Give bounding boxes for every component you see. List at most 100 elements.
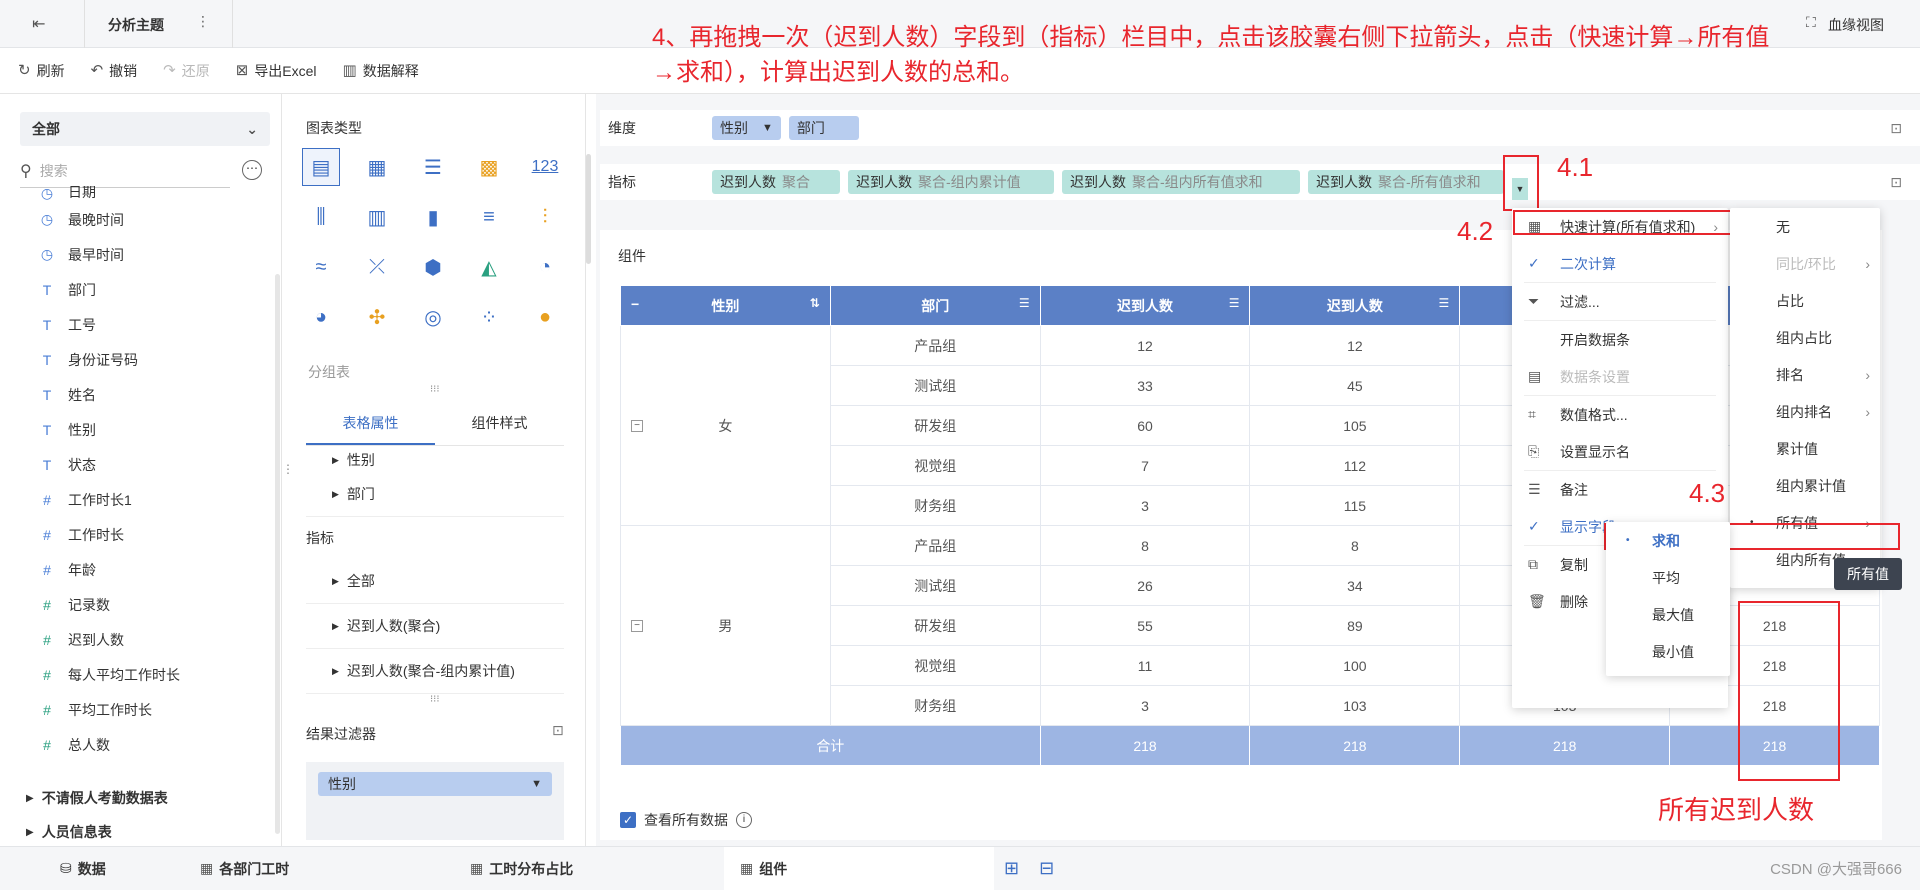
detail-table-icon[interactable]: ☰ [414, 148, 452, 186]
dataset-dropdown[interactable]: 全部 ⌄ [20, 112, 270, 146]
scatter-icon[interactable]: ⁘ [470, 298, 508, 336]
sort-icon[interactable]: ☰ [1019, 296, 1030, 310]
redo-button[interactable]: ↷ 还原 [163, 61, 210, 81]
add-component-icon[interactable]: ⊞ [1004, 858, 1019, 879]
field-item[interactable]: # 记录数 [0, 587, 282, 622]
kpi-card-icon[interactable]: ▩ [470, 148, 508, 186]
submenu-item[interactable]: 累计值 [1730, 430, 1880, 467]
tab-component[interactable]: ▦ 组件 [724, 846, 994, 890]
metric-pill[interactable]: 迟到人数 聚合-组内累计值 [848, 170, 1054, 194]
add-dashboard-icon[interactable]: ⊟ [1039, 858, 1054, 879]
group-item[interactable]: ▶ 不请假人考勤数据表 [26, 788, 168, 808]
undo-button[interactable]: ↶ 撤销 [91, 61, 138, 81]
col-header-late-count-cumulative[interactable]: 迟到人数 ☰ [1249, 285, 1461, 326]
left-scrollbar[interactable] [275, 274, 280, 834]
sunburst-icon[interactable]: ◎ [414, 298, 452, 336]
menu-item[interactable]: ▤ 数据条设置 [1512, 358, 1728, 395]
submenu-item[interactable]: 排名 › [1730, 356, 1880, 393]
info-icon[interactable]: i [736, 812, 752, 828]
field-item[interactable]: ◷ 最晚时间 [0, 202, 282, 237]
field-item[interactable]: # 平均工作时长 [0, 692, 282, 727]
area-chart-icon[interactable]: ◭ [470, 248, 508, 286]
table-chart-icon[interactable]: ▤ [302, 148, 340, 186]
search-box[interactable]: ⚲ 搜索 [20, 154, 230, 188]
submenu-item[interactable]: 组内累计值 [1730, 467, 1880, 504]
aggregation-item[interactable]: 平均 [1606, 559, 1730, 596]
field-item[interactable]: T 部门 [0, 272, 282, 307]
cross-table-icon[interactable]: ▦ [358, 148, 396, 186]
menu-item[interactable]: ⌗ 数值格式... [1512, 396, 1728, 433]
filter-pill[interactable]: 性别 ▼ [318, 772, 552, 796]
col-header-department[interactable]: 部门 ☰ [829, 285, 1041, 326]
number-card-icon[interactable]: 123 [526, 148, 564, 186]
lock-icon[interactable]: ⊡ [552, 722, 564, 739]
field-item[interactable]: # 工作时长1 [0, 482, 282, 517]
exit-icon[interactable]: ⇤ [32, 14, 45, 34]
multi-line-icon[interactable]: ⤫ [358, 248, 396, 286]
field-item[interactable]: # 工作时长 [0, 517, 282, 552]
metric-item[interactable]: ▶ 迟到人数(聚合-组内累计值) [306, 649, 564, 694]
gauge-icon[interactable]: ◔ [526, 248, 564, 286]
dim-pill-department[interactable]: 部门 [788, 116, 859, 140]
stacked-bar-icon[interactable]: ▥ [358, 198, 396, 236]
col-header-late-count[interactable]: 迟到人数 ☰ [1039, 285, 1251, 326]
submenu-item[interactable]: 组内占比 [1730, 319, 1880, 356]
submenu-item[interactable]: 无 [1730, 208, 1880, 245]
sort-icon[interactable]: ☰ [1439, 296, 1450, 310]
lock-icon[interactable]: ⊡ [1890, 120, 1902, 137]
tab-hours-distribution[interactable]: ▦ 工时分布占比 [454, 847, 724, 890]
field-item[interactable]: T 性别 [0, 412, 282, 447]
more-icon[interactable]: ⋮ [196, 13, 210, 30]
lineage-icon[interactable]: ⛶ [1806, 14, 1816, 31]
aggregation-item[interactable]: • 求和 [1606, 522, 1730, 559]
horizontal-bar-icon[interactable]: ≡ [470, 198, 508, 236]
field-item[interactable]: # 每人平均工作时长 [0, 657, 282, 692]
tab-component-style[interactable]: 组件样式 [435, 400, 564, 445]
field-item[interactable]: ◷ 最早时间 [0, 237, 282, 272]
field-item[interactable]: T 身份证号码 [0, 342, 282, 377]
submenu-item[interactable]: 组内排名 › [1730, 393, 1880, 430]
grouped-bar-icon[interactable]: ⫼ [302, 198, 340, 236]
data-explain-button[interactable]: ▥ 数据解释 [343, 61, 419, 81]
tab-table-properties[interactable]: 表格属性 [306, 400, 435, 445]
menu-item[interactable]: 开启数据条 [1512, 321, 1728, 358]
chart-scrollbar[interactable] [586, 154, 591, 264]
field-item[interactable]: T 姓名 [0, 377, 282, 412]
search-input[interactable]: 搜索 [40, 161, 68, 181]
metric-item[interactable]: ▶ 迟到人数(聚合) [306, 604, 564, 649]
drag-handle-icon[interactable]: ⁝⁝⁝ [430, 384, 440, 395]
menu-item[interactable]: ✓ 二次计算 [1512, 245, 1728, 282]
pie-chart-icon[interactable]: ◕ [302, 298, 340, 336]
menu-item[interactable]: ⏷ 过滤... [1512, 283, 1728, 320]
bar-chart-icon[interactable]: ▮ [414, 198, 452, 236]
aggregation-item[interactable]: 最大值 [1606, 596, 1730, 633]
metric-pill[interactable]: 迟到人数 聚合 [712, 170, 840, 194]
submenu-item[interactable]: 同比/环比 › [1730, 245, 1880, 282]
checkbox-checked-icon[interactable]: ✓ [620, 812, 636, 828]
field-item[interactable]: T 工号 [0, 307, 282, 342]
more-options-icon[interactable]: ⋯ [242, 160, 262, 180]
metric-pill[interactable]: 迟到人数 聚合-组内所有值求和 [1062, 170, 1300, 194]
refresh-button[interactable]: ↻ 刷新 [18, 61, 65, 81]
collapse-icon[interactable]: − [631, 419, 643, 432]
sort-icon[interactable]: ☰ [1229, 296, 1240, 310]
metric-item[interactable]: ▶ 全部 [306, 559, 564, 604]
field-item[interactable]: T 状态 [0, 447, 282, 482]
waterfall-icon[interactable]: ⫶ [526, 198, 564, 236]
line-chart-icon[interactable]: ≈ [302, 248, 340, 286]
lock-icon[interactable]: ⊡ [1890, 174, 1902, 191]
collapse-icon[interactable]: − [631, 619, 643, 632]
field-item[interactable]: # 迟到人数 [0, 622, 282, 657]
tab-data[interactable]: ⛁ 数据 [44, 847, 184, 890]
radar-icon[interactable]: ⬢ [414, 248, 452, 286]
menu-item[interactable]: ⎘ 设置显示名 [1512, 433, 1728, 470]
tab-dept-hours[interactable]: ▦ 各部门工时 [184, 847, 454, 890]
field-item[interactable]: ◷ 日期 [0, 186, 282, 202]
lineage-view-link[interactable]: 血缘视图 [1828, 15, 1884, 35]
field-item[interactable]: # 年龄 [0, 552, 282, 587]
dim-pill-gender[interactable]: 性别 ▼ [712, 116, 781, 140]
collapse-icon[interactable]: − [631, 296, 639, 312]
dim-item[interactable]: ▶ 部门 [306, 472, 564, 517]
field-item[interactable]: # 总人数 [0, 727, 282, 761]
submenu-item[interactable]: 占比 [1730, 282, 1880, 319]
